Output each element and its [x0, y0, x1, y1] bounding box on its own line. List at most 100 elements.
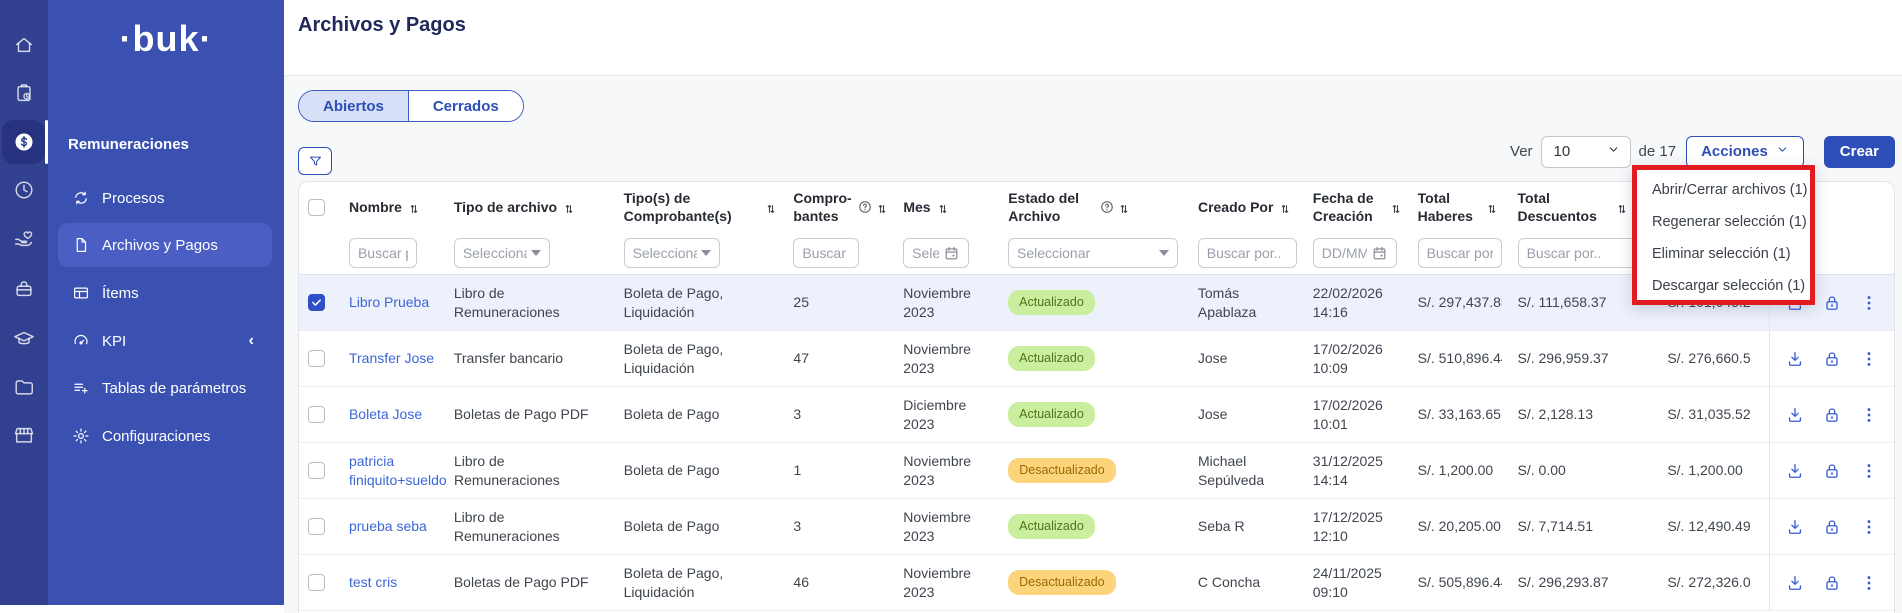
benefits-icon[interactable]	[0, 216, 48, 260]
chevron-left-icon[interactable]: ‹	[249, 332, 254, 350]
filter-input[interactable]	[802, 245, 850, 261]
cell-value: Boletas de Pago PDF	[454, 573, 589, 592]
clock-icon[interactable]	[0, 168, 48, 212]
select-all-checkbox[interactable]	[308, 199, 325, 216]
tab-abiertos[interactable]: Abiertos	[299, 91, 408, 121]
education-icon[interactable]	[0, 317, 48, 361]
column-header-haberes[interactable]: Total Haberes	[1410, 182, 1510, 232]
calendar-icon[interactable]	[943, 245, 960, 262]
file-name-link[interactable]: test cris	[349, 573, 397, 592]
cell-creado_por: Michael Sepúlveda	[1190, 443, 1305, 498]
row-checkbox[interactable]	[308, 406, 325, 423]
more-options-button[interactable]	[1859, 517, 1879, 537]
lock-button[interactable]	[1822, 517, 1842, 537]
download-button[interactable]	[1785, 461, 1805, 481]
file-name-link[interactable]: prueba seba	[349, 517, 427, 536]
filter-select-placeholder: Seleccionar	[463, 245, 527, 261]
actions-menu-item[interactable]: Regenerar selección (1)	[1637, 206, 1810, 238]
filter-input[interactable]	[1527, 245, 1629, 261]
store-icon[interactable]	[0, 413, 48, 457]
lock-button[interactable]	[1822, 405, 1842, 425]
row-checkbox[interactable]	[308, 518, 325, 535]
column-header-tipo[interactable]: Tipo de archivo	[446, 182, 616, 232]
actions-button[interactable]: Acciones	[1686, 136, 1804, 168]
filter-text-nombre[interactable]	[349, 238, 417, 268]
lock-button[interactable]	[1822, 349, 1842, 369]
download-button[interactable]	[1785, 573, 1805, 593]
more-options-button[interactable]	[1859, 461, 1879, 481]
folder-icon[interactable]	[0, 365, 48, 409]
sort-icon[interactable]	[1616, 201, 1628, 213]
row-checkbox[interactable]	[308, 574, 325, 591]
lock-button[interactable]	[1822, 573, 1842, 593]
create-button[interactable]: Crear	[1824, 136, 1895, 168]
sort-icon[interactable]	[1279, 201, 1291, 213]
column-header-nombre[interactable]: Nombre	[341, 182, 446, 232]
sort-icon[interactable]	[1118, 201, 1130, 213]
download-button[interactable]	[1785, 405, 1805, 425]
file-name-link[interactable]: Transfer Jose	[349, 349, 434, 368]
filter-text-comprobantes[interactable]	[793, 238, 859, 268]
row-checkbox[interactable]	[308, 462, 325, 479]
sort-icon[interactable]	[876, 201, 888, 213]
row-checkbox[interactable]	[308, 350, 325, 367]
more-options-button[interactable]	[1859, 573, 1879, 593]
filter-input[interactable]	[358, 245, 408, 261]
sidebar-item--tems[interactable]: Ítems	[58, 271, 272, 315]
filter-date-fecha[interactable]: DD/MM/AAAA	[1313, 238, 1397, 268]
tasks-icon[interactable]	[0, 71, 48, 115]
lock-button[interactable]	[1822, 461, 1842, 481]
filter-text-creado_por[interactable]	[1198, 238, 1297, 268]
file-name-link[interactable]: Boleta Jose	[349, 405, 422, 424]
download-button[interactable]	[1785, 349, 1805, 369]
actions-menu-item[interactable]: Descargar selección (1)	[1637, 270, 1810, 302]
file-name-link[interactable]: Libro Prueba	[349, 293, 429, 312]
column-header-creado_por[interactable]: Creado Por	[1190, 182, 1305, 232]
sort-icon[interactable]	[937, 201, 949, 213]
more-options-button[interactable]	[1859, 293, 1879, 313]
chevron-down-icon	[1607, 143, 1620, 160]
filter-select-estado[interactable]: Seleccionar	[1008, 238, 1178, 268]
sidebar-item-procesos[interactable]: Procesos	[58, 176, 272, 220]
filter-select-comprobante_tipos[interactable]: Seleccionar	[624, 238, 720, 268]
sort-icon[interactable]	[563, 201, 575, 213]
download-button[interactable]	[1785, 517, 1805, 537]
filter-input[interactable]	[1427, 245, 1493, 261]
column-label: Total Haberes	[1418, 189, 1480, 225]
actions-menu-item[interactable]: Abrir/Cerrar archivos (1)	[1637, 174, 1810, 206]
more-options-button[interactable]	[1859, 405, 1879, 425]
row-checkbox-cell	[299, 387, 341, 442]
filter-select-tipo[interactable]: Seleccionar	[454, 238, 550, 268]
sidebar-item-kpi[interactable]: KPI‹	[58, 319, 272, 363]
column-header-estado[interactable]: Estado del Archivo	[1000, 182, 1190, 232]
tab-cerrados[interactable]: Cerrados	[408, 91, 523, 121]
sort-icon[interactable]	[408, 201, 420, 213]
sidebar-item-archivos-y-pagos[interactable]: Archivos y Pagos	[58, 223, 272, 267]
filter-date-mes[interactable]: Seleccionar	[903, 238, 969, 268]
filter-button[interactable]	[298, 147, 332, 175]
sort-icon[interactable]	[1486, 201, 1498, 213]
help-icon[interactable]	[1100, 200, 1114, 214]
help-icon[interactable]	[858, 200, 872, 214]
more-options-button[interactable]	[1859, 349, 1879, 369]
sidebar-item-configuraciones[interactable]: Configuraciones	[58, 414, 272, 458]
calendar-icon[interactable]	[1371, 245, 1388, 262]
home-icon[interactable]	[0, 23, 48, 67]
column-header-comprobante_tipos[interactable]: Tipo(s) de Comprobante(s)	[616, 182, 786, 232]
row-checkbox[interactable]	[308, 294, 325, 311]
money-icon[interactable]	[0, 120, 48, 164]
page-size-select[interactable]: 10	[1541, 136, 1631, 168]
filter-text-haberes[interactable]	[1418, 238, 1502, 268]
column-header-mes[interactable]: Mes	[895, 182, 1000, 232]
filter-input[interactable]	[1207, 245, 1288, 261]
sort-icon[interactable]	[765, 201, 777, 213]
column-header-comprobantes[interactable]: Compro­bantes	[785, 182, 895, 232]
column-header-fecha[interactable]: Fecha de Creación	[1305, 182, 1410, 232]
file-name-link[interactable]: patricia finiquito+sueldo	[349, 452, 447, 490]
filter-text-descuentos[interactable]	[1518, 238, 1638, 268]
lock-button[interactable]	[1822, 293, 1842, 313]
actions-menu-item[interactable]: Eliminar selección (1)	[1637, 238, 1810, 270]
sidebar-item-tablas-de-par-metros[interactable]: Tablas de parámetros	[58, 366, 272, 410]
lunchbox-icon[interactable]	[0, 267, 48, 311]
sort-icon[interactable]	[1390, 201, 1402, 213]
